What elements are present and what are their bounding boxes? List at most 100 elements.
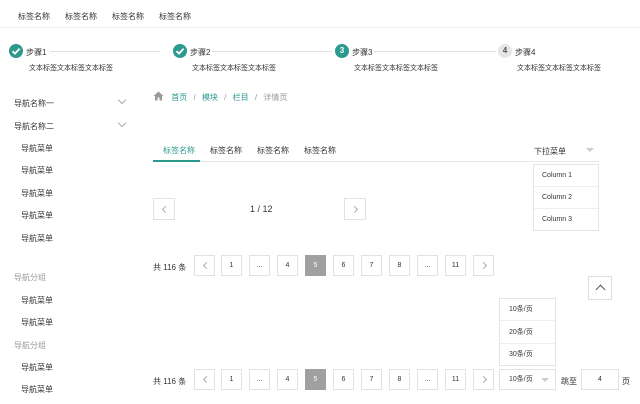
dropdown-option[interactable]: Column 2 [534,187,598,209]
page-ellipsis[interactable]: ... [249,255,270,276]
step-description: 文本标签文本标签文本标签 [192,65,276,72]
sidebar-menu-item[interactable]: 导航菜单 [21,165,53,176]
sidebar-nav-1[interactable]: 导航名称一 [14,98,54,109]
chevron-up-icon [595,284,606,295]
breadcrumb-separator: / [193,93,196,102]
sidebar-menu-item[interactable]: 导航菜单 [21,362,53,373]
sidebar-menu-item[interactable]: 导航菜单 [21,143,53,154]
top-nav-item[interactable]: 标签名称 [112,11,144,22]
step-connector [50,51,160,52]
total-count: 共 116 条 [153,263,187,272]
tab-item[interactable]: 标签名称 [257,145,289,156]
page-size-option[interactable]: 20条/页 [500,322,555,344]
home-icon[interactable] [153,91,164,103]
step-number: 4 [498,44,512,58]
dropdown-trigger[interactable]: 下拉菜单 [534,146,566,157]
jump-label: 跳至 [561,377,577,386]
chevron-right-icon [350,205,359,214]
chevron-right-icon [479,375,488,384]
chevron-left-icon [161,205,170,214]
page-button[interactable]: 1 [221,255,242,276]
tab-item-active[interactable]: 标签名称 [163,145,195,156]
dropdown-menu: Column 1 Column 2 Column 3 [533,164,599,231]
page-button[interactable]: 7 [361,369,382,390]
sidebar-menu-item[interactable]: 导航菜单 [21,188,53,199]
breadcrumb-separator: / [254,93,258,102]
next-page-button[interactable] [344,198,366,220]
tab-item[interactable]: 标签名称 [210,145,242,156]
page-size-menu: 10条/页 20条/页 30条/页 [499,298,556,366]
dropdown-option[interactable]: Column 1 [534,165,598,187]
step-number: 3 [335,44,349,58]
page-button-active[interactable]: 5 [305,369,326,390]
step-connector [212,51,332,52]
page-size-option[interactable]: 10条/页 [500,299,555,321]
step-description: 文本标签文本标签文本标签 [29,65,113,72]
check-icon [9,44,23,58]
page-button[interactable]: 4 [277,255,298,276]
sidebar-menu-item[interactable]: 导航菜单 [21,317,53,328]
step-description: 文本标签文本标签文本标签 [354,65,438,72]
next-page-button[interactable] [473,255,494,276]
sidebar-menu-item[interactable]: 导航菜单 [21,210,53,221]
page-ellipsis[interactable]: ... [249,369,270,390]
step-connector [374,51,496,52]
step-description: 文本标签文本标签文本标签 [517,65,601,72]
page-indicator: 1 / 12 [250,204,273,214]
prev-page-button[interactable] [153,198,175,220]
page-button[interactable]: 6 [333,369,354,390]
page-unit-label: 页 [622,377,630,386]
prev-page-button[interactable] [194,369,215,390]
page-button[interactable]: 8 [389,255,410,276]
top-nav-item[interactable]: 标签名称 [18,11,50,22]
breadcrumb-module-link[interactable]: 模块 [202,93,218,102]
chevron-down-icon[interactable] [117,118,127,128]
page-size-value: 10条/页 [509,376,533,383]
dropdown-option[interactable]: Column 3 [534,209,598,231]
page-button[interactable]: 4 [277,369,298,390]
chevron-right-icon [479,261,488,270]
sidebar-nav-2[interactable]: 导航名称二 [14,121,54,132]
jump-page-input[interactable] [581,369,619,390]
step-title: 步骤1 [26,48,47,57]
page-size-option[interactable]: 30条/页 [500,344,555,366]
tab-item[interactable]: 标签名称 [304,145,336,156]
back-to-top-button[interactable] [588,276,612,300]
step-title: 步骤4 [515,48,536,57]
breadcrumb-separator: / [224,93,227,102]
step-title: 步骤3 [352,48,373,57]
page-button[interactable]: 7 [361,255,382,276]
next-page-button[interactable] [473,369,494,390]
check-icon [173,44,187,58]
chevron-left-icon [202,261,211,270]
tab-bar: 标签名称 标签名称 标签名称 标签名称 [153,138,599,162]
chevron-down-icon[interactable] [117,95,127,105]
page-button[interactable]: 6 [333,255,354,276]
prev-page-button[interactable] [194,255,215,276]
sidebar-group-title: 导航分组 [14,341,46,350]
sidebar-menu-item[interactable]: 导航菜单 [21,233,53,244]
step-title: 步骤2 [190,48,211,57]
page-size-select[interactable]: 10条/页 [499,369,556,390]
sidebar-menu-item[interactable]: 导航菜单 [21,384,53,395]
caret-down-icon[interactable] [586,148,594,152]
page-button[interactable]: 11 [445,255,466,276]
page-button[interactable]: 11 [445,369,466,390]
page-button-active[interactable]: 5 [305,255,326,276]
top-nav-item[interactable]: 标签名称 [159,11,191,22]
breadcrumb-column-link[interactable]: 栏目 [233,93,249,102]
steps-bar: 步骤1 文本标签文本标签文本标签 步骤2 文本标签文本标签文本标签 3 步骤3 … [0,40,640,76]
sidebar-menu-item[interactable]: 导航菜单 [21,295,53,306]
caret-down-icon [541,378,549,382]
breadcrumb-home-link[interactable]: 首页 [171,93,187,102]
top-navigation: 标签名称 标签名称 标签名称 标签名称 [0,0,640,28]
chevron-left-icon [202,375,211,384]
breadcrumb: 首页 / 模块 / 栏目 / 详情页 [153,91,287,103]
page-ellipsis[interactable]: ... [417,255,438,276]
sidebar: 导航名称一 导航名称二 导航菜单 导航菜单 导航菜单 导航菜单 导航菜单 导航分… [0,90,135,404]
page-ellipsis[interactable]: ... [417,369,438,390]
sidebar-group-title: 导航分组 [14,273,46,282]
page-button[interactable]: 8 [389,369,410,390]
top-nav-item[interactable]: 标签名称 [65,11,97,22]
page-button[interactable]: 1 [221,369,242,390]
